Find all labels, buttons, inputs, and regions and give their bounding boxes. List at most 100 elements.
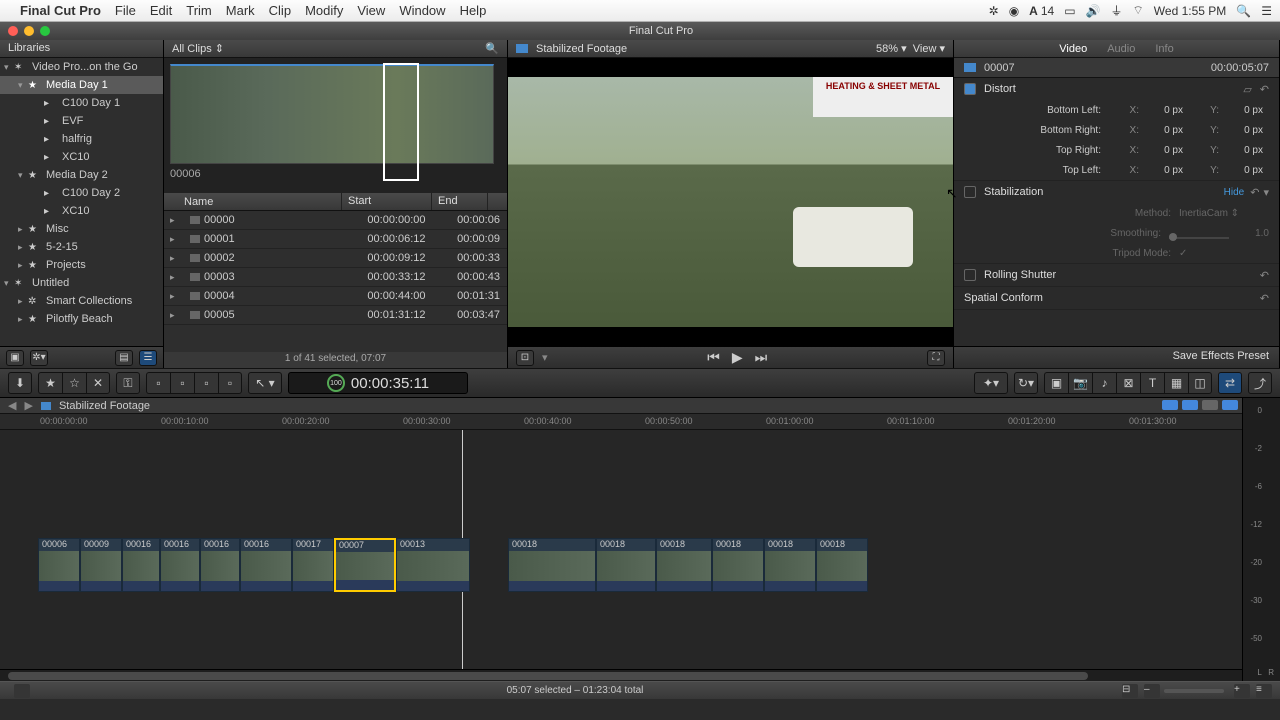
app-name[interactable]: Final Cut Pro — [20, 3, 101, 18]
timeline-ruler[interactable]: 00:00:00:0000:00:10:0000:00:20:0000:00:3… — [0, 414, 1242, 430]
import-button[interactable]: ⬇ — [8, 372, 32, 394]
zoom-icon[interactable] — [40, 26, 50, 36]
timeline-scrollbar[interactable] — [0, 669, 1242, 681]
timeline-clip[interactable]: 00013 — [396, 538, 470, 592]
stabilization-checkbox[interactable] — [964, 186, 976, 198]
connect-button[interactable]: ▫ — [146, 372, 170, 394]
timeline-clip[interactable]: 00006 — [38, 538, 80, 592]
tree-item[interactable]: ▸✲Smart Collections — [0, 292, 163, 310]
timeline-index-button[interactable] — [14, 684, 30, 698]
tree-item[interactable]: ▸EVF — [0, 112, 163, 130]
audio-meter-toggle[interactable]: ≡ — [1256, 684, 1272, 698]
tree-item[interactable]: ▸C100 Day 2 — [0, 184, 163, 202]
tree-item[interactable]: ▾✶Video Pro...on the Go — [0, 58, 163, 76]
clip-row[interactable]: ▸0000300:00:33:1200:00:43 — [164, 268, 507, 287]
background-task-ring[interactable]: 100 — [327, 374, 345, 392]
wifi-icon[interactable]: ⌔ — [1133, 3, 1144, 18]
generators-button[interactable]: ▦ — [1164, 372, 1188, 394]
tripod-checkbox[interactable]: ✓ — [1179, 248, 1269, 259]
timeline-clip[interactable]: 00018 — [764, 538, 816, 592]
spotlight-icon[interactable]: 🔍 — [1236, 4, 1251, 18]
clip-row[interactable]: ▸0000200:00:09:1200:00:33 — [164, 249, 507, 268]
browser-filter[interactable]: All Clips — [172, 43, 212, 55]
next-edit-button[interactable]: ⏭ — [755, 349, 768, 366]
transitions-button[interactable]: ⊠ — [1116, 372, 1140, 394]
tab-audio[interactable]: Audio — [1107, 43, 1135, 55]
transform-button[interactable]: ⊡ — [516, 350, 534, 366]
skimmer-selection[interactable] — [383, 63, 419, 181]
inspector-toggle[interactable]: ⇄ — [1218, 372, 1242, 394]
reject-button[interactable]: ✕ — [86, 372, 110, 394]
favorite-button[interactable]: ★ — [38, 372, 62, 394]
minimize-icon[interactable] — [24, 26, 34, 36]
timeline-clip[interactable]: 00007 — [334, 538, 396, 592]
display-icon[interactable]: ▭ — [1064, 4, 1075, 18]
photos-button[interactable]: 📷 — [1068, 372, 1092, 394]
menu-icon[interactable]: ☰ — [1261, 4, 1272, 18]
tree-item[interactable]: ▸C100 Day 1 — [0, 94, 163, 112]
filmstrip[interactable]: 00006 — [164, 58, 507, 193]
gear-icon[interactable]: ✲▾ — [30, 350, 48, 366]
tab-info[interactable]: Info — [1155, 43, 1173, 55]
method-select[interactable]: InertiaCam ⇕ — [1179, 208, 1269, 219]
keyword-button[interactable]: ⚿ — [116, 372, 140, 394]
tree-item[interactable]: ▸★Projects — [0, 256, 163, 274]
reset-icon[interactable]: ↶ — [1250, 186, 1259, 199]
reset-icon[interactable]: ↶ — [1260, 83, 1269, 96]
tree-item[interactable]: ▸★Pilotfly Beach — [0, 310, 163, 328]
fullscreen-button[interactable]: ⛶ — [927, 350, 945, 366]
insert-button[interactable]: ▫ — [170, 372, 194, 394]
tree-item[interactable]: ▾✶Untitled — [0, 274, 163, 292]
chevron-down-icon[interactable]: ▾ — [1263, 186, 1269, 199]
menu-mark[interactable]: Mark — [226, 3, 255, 18]
menu-file[interactable]: File — [115, 3, 136, 18]
tree-item[interactable]: ▾★Media Day 1 — [0, 76, 163, 94]
menu-window[interactable]: Window — [399, 3, 445, 18]
menu-edit[interactable]: Edit — [150, 3, 172, 18]
list-view-button[interactable]: ☰ — [139, 350, 157, 366]
skimming-button[interactable] — [1162, 400, 1178, 410]
import-button[interactable]: ▣ — [6, 350, 24, 366]
reset-icon[interactable]: ↶ — [1260, 269, 1269, 282]
menu-trim[interactable]: Trim — [186, 3, 212, 18]
music-button[interactable]: ♪ — [1092, 372, 1116, 394]
clip-row[interactable]: ▸0000400:00:44:0000:01:31 — [164, 287, 507, 306]
arrow-tool[interactable]: ↖ ▾ — [248, 372, 282, 394]
library-tree[interactable]: ▾✶Video Pro...on the Go▾★Media Day 1▸C10… — [0, 58, 163, 346]
snap-button[interactable] — [1222, 400, 1238, 410]
tree-item[interactable]: ▾★Media Day 2 — [0, 166, 163, 184]
timeline-clip[interactable]: 00017 — [292, 538, 334, 592]
tree-item[interactable]: ▸XC10 — [0, 202, 163, 220]
view-menu[interactable]: View — [913, 43, 937, 55]
prev-edit-button[interactable]: ⏮ — [707, 349, 720, 366]
menu-modify[interactable]: Modify — [305, 3, 343, 18]
close-icon[interactable] — [8, 26, 18, 36]
clip-appearance-button[interactable]: ⊟ — [1122, 684, 1138, 698]
timeline-clip[interactable]: 00016 — [200, 538, 240, 592]
menu-view[interactable]: View — [357, 3, 385, 18]
timeline-tracks[interactable]: 0000600009000160001600016000160001700007… — [0, 430, 1242, 669]
history-fwd-icon[interactable]: ▶ — [24, 399, 32, 412]
clip-row[interactable]: ▸0000000:00:00:0000:00:06 — [164, 211, 507, 230]
clock[interactable]: Wed 1:55 PM — [1154, 4, 1226, 18]
timeline-clip[interactable]: 00018 — [508, 538, 596, 592]
tab-video[interactable]: Video — [1059, 43, 1087, 55]
play-button[interactable]: ▶ — [732, 349, 743, 366]
viewport[interactable]: HEATING & SHEET METAL — [508, 58, 953, 346]
bluetooth-icon[interactable]: ⏚ — [1111, 2, 1123, 19]
tree-item[interactable]: ▸★Misc — [0, 220, 163, 238]
append-button[interactable]: ▫ — [194, 372, 218, 394]
tree-item[interactable]: ▸★5-2-15 — [0, 238, 163, 256]
adobe-cc-icon[interactable]: A 14 — [1029, 4, 1054, 18]
menu-help[interactable]: Help — [460, 3, 487, 18]
timeline-clip[interactable]: 00009 — [80, 538, 122, 592]
history-back-icon[interactable]: ◀ — [8, 399, 16, 412]
distort-shape-icon[interactable]: ▱ — [1243, 83, 1251, 96]
status-icon[interactable]: ✲ — [989, 4, 999, 18]
distort-checkbox[interactable] — [964, 83, 976, 95]
save-effects-preset-button[interactable]: Save Effects Preset — [954, 346, 1279, 368]
clip-row[interactable]: ▸0000100:00:06:1200:00:09 — [164, 230, 507, 249]
retime-button[interactable]: ✦▾ — [974, 372, 1008, 394]
viewer-zoom[interactable]: 58% — [876, 43, 898, 55]
timecode-display[interactable]: 100 00:00:35:11 — [288, 372, 468, 394]
